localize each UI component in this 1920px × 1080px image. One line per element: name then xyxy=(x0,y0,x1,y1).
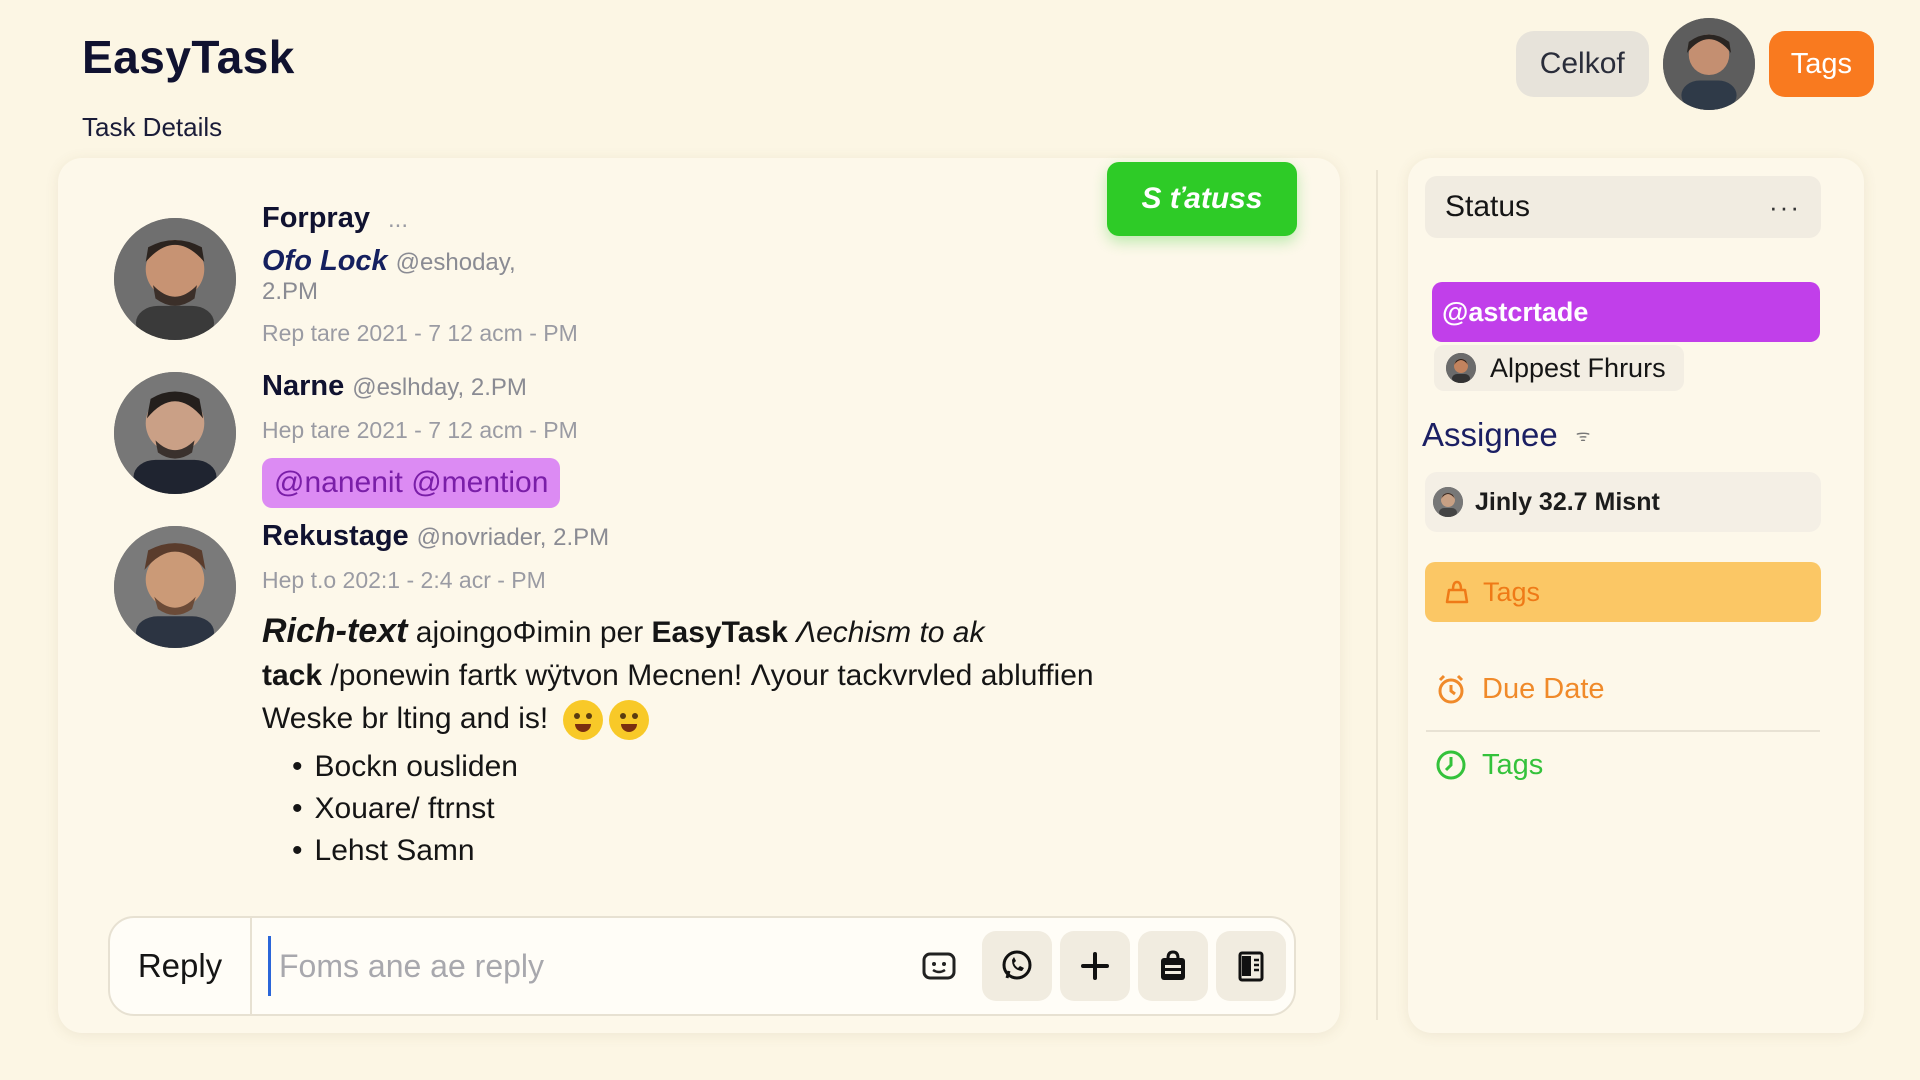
assignee-chip[interactable]: Alppest Fhrurs xyxy=(1434,345,1684,391)
due-date-label: Due Date xyxy=(1482,672,1605,705)
more-options-icon[interactable]: ··· xyxy=(1769,192,1801,223)
message-author: Narne xyxy=(262,370,345,402)
reply-input[interactable] xyxy=(268,936,904,996)
assignee-heading: Assignee ᯤ xyxy=(1422,416,1590,454)
rich-text-run: /ponewin fartk wÿtvon Mecnen! Λyour tack… xyxy=(322,659,1094,692)
reply-bar: Reply xyxy=(108,916,1296,1016)
message-title: Ofo Lock xyxy=(262,245,388,277)
status-panel-header: Status ··· xyxy=(1425,176,1821,238)
emoji-thinking-icon xyxy=(562,700,603,741)
rich-text-run: Λechism to ak xyxy=(787,616,985,649)
list-item: Xouare/ ftrnst xyxy=(292,788,1192,830)
plus-icon[interactable] xyxy=(1060,931,1130,1001)
message-handle: @eslhday, 2.PM xyxy=(352,374,527,401)
mention-chip[interactable]: @nanenit @mention xyxy=(262,458,561,508)
book-icon[interactable] xyxy=(1216,931,1286,1001)
user-avatar[interactable] xyxy=(1662,18,1755,110)
whatsapp-icon[interactable] xyxy=(982,931,1052,1001)
rich-text-bold: tack xyxy=(262,659,323,692)
assignee-row[interactable]: Jinly 32.7 Misnt xyxy=(1425,472,1821,532)
emoji-laugh-icon xyxy=(608,700,649,741)
chip-label: Alppest Fhrurs xyxy=(1490,352,1666,383)
emoji-icon[interactable] xyxy=(904,931,974,1001)
reply-label[interactable]: Reply xyxy=(110,918,252,1014)
message-meta: Hep tare 2021 - 7 12 acm - PM xyxy=(262,417,578,443)
list-item: Bockn ousliden xyxy=(292,746,1192,788)
rich-text-bold: EasyTask xyxy=(651,616,788,649)
message-meta: Hep t.o 202:1 - 2:4 acr - PM xyxy=(262,567,546,593)
assignee-name: Jinly 32.7 Misnt xyxy=(1475,487,1660,516)
more-dots[interactable]: ... xyxy=(388,206,408,233)
rich-text-run: Weske br lting and is! xyxy=(262,702,549,735)
bag-icon[interactable] xyxy=(1138,931,1208,1001)
status-value-bar[interactable]: @astcrtade xyxy=(1432,282,1820,342)
status-value-label: @astcrtade xyxy=(1442,296,1589,327)
page-subtitle: Task Details xyxy=(82,112,223,142)
message-meta: Rep tare 2021 - 7 12 acm - PM xyxy=(262,320,578,346)
avatar[interactable] xyxy=(114,218,236,340)
app-title: EasyTask xyxy=(82,31,295,83)
top-bar: Celkof Tags xyxy=(1515,18,1874,110)
avatar xyxy=(1446,353,1476,383)
avatar xyxy=(1433,487,1463,517)
tags-button[interactable]: Tags xyxy=(1768,31,1874,97)
message-author: Rekustage xyxy=(262,520,409,552)
fire-clock-icon xyxy=(1438,674,1464,704)
divider xyxy=(1426,730,1820,732)
vertical-divider xyxy=(1376,170,1378,1020)
due-date-item[interactable]: Due Date xyxy=(1434,672,1605,706)
tags-green-label: Tags xyxy=(1482,748,1544,781)
tag-icon xyxy=(1445,580,1469,604)
assignee-title: Assignee xyxy=(1422,416,1558,453)
wifi-icon: ᯤ xyxy=(1575,428,1591,445)
rich-text-body: Rich-text ajoingoΦimin per EasyTask Λech… xyxy=(262,610,1192,872)
list-item: Lehst Samn xyxy=(292,830,1192,872)
rich-text-strong: Rich-text xyxy=(262,612,408,650)
rich-text-run: ajoingoΦimin per xyxy=(407,616,652,649)
bullet-list: Bockn ousliden Xouare/ ftrnst Lehst Samn xyxy=(262,746,1192,872)
message-handle: @novriader, 2.PM xyxy=(416,524,610,551)
message-author: Forpray xyxy=(262,202,370,234)
tags-field[interactable]: Tags xyxy=(1425,562,1821,622)
user-pill[interactable]: Celkof xyxy=(1515,31,1649,97)
tags-label: Tags xyxy=(1483,576,1541,607)
tags-item[interactable]: Tags xyxy=(1434,748,1543,782)
avatar[interactable] xyxy=(114,372,236,494)
clock-icon xyxy=(1436,750,1466,780)
avatar[interactable] xyxy=(114,526,236,648)
status-button[interactable]: S ťatuss xyxy=(1107,162,1297,236)
status-title: Status xyxy=(1445,190,1531,223)
